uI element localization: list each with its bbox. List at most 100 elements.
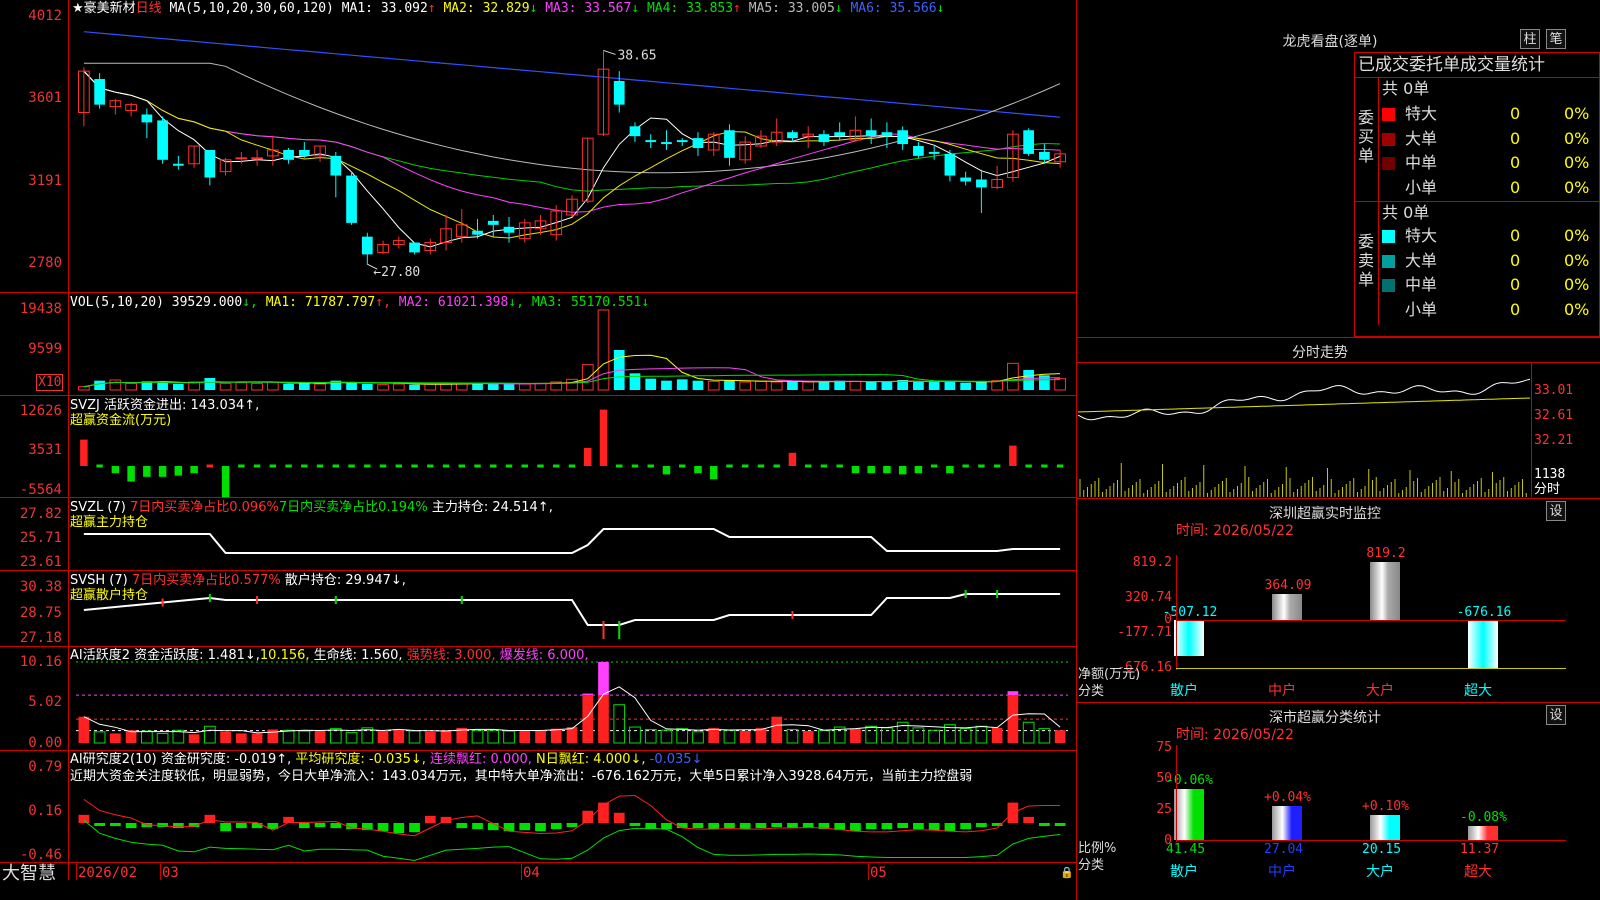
volume-bar <box>204 378 216 390</box>
order-count: 0 <box>1510 128 1521 148</box>
flow-bar <box>883 466 891 474</box>
tick-mode-button[interactable]: 笔 <box>1546 29 1566 49</box>
research-bar <box>1054 823 1066 826</box>
research-bar <box>661 823 672 830</box>
monitor-zero-line <box>1176 620 1566 621</box>
activity-bar <box>1054 730 1066 743</box>
high-label: 38.65 <box>617 48 656 63</box>
dragon-divider <box>1354 77 1600 78</box>
research-bar <box>298 823 310 829</box>
intraday-title: 分时走势 <box>1292 345 1348 361</box>
color-swatch-icon <box>1382 279 1395 292</box>
classify-y-axis <box>1176 745 1177 842</box>
main-chart[interactable]: 38.65 ←27.80 <box>0 0 1076 880</box>
order-pct: 0% <box>1564 275 1590 294</box>
intraday-axis-tick: 32.61 <box>1534 408 1574 423</box>
candle-body <box>881 132 893 137</box>
color-swatch-icon <box>1382 181 1395 195</box>
flow-bar <box>143 466 151 477</box>
activity-bar <box>424 731 436 743</box>
order-pct: 0% <box>1564 177 1590 197</box>
candle-body <box>629 126 641 137</box>
flow-bar <box>898 466 907 475</box>
activity-bar <box>251 733 263 743</box>
research-bar <box>1023 816 1034 823</box>
monitor-bar[interactable] <box>1370 562 1400 620</box>
classify-ylabel: 比例% <box>1078 841 1117 856</box>
intraday-axis-tick: 1138 <box>1534 467 1566 482</box>
research-bar <box>1039 823 1050 827</box>
research-bar <box>960 823 972 830</box>
activity-bar <box>298 730 311 744</box>
activity-bar <box>975 725 988 744</box>
candle-body <box>487 220 499 225</box>
research-bar <box>598 802 609 823</box>
activity-bar <box>78 716 90 743</box>
classify-category: 超大 <box>1464 864 1492 880</box>
activity-bar <box>487 729 500 744</box>
flow-bar <box>836 464 843 468</box>
low-label: ←27.80 <box>373 265 420 280</box>
buy-orders-label: 委买单 <box>1358 108 1375 165</box>
volume-bar <box>707 380 720 391</box>
research-bar <box>928 823 940 831</box>
volume-bar <box>78 386 90 391</box>
price-line <box>1077 378 1531 421</box>
research-bar <box>865 823 877 830</box>
order-row: 特大 0 0% <box>1382 105 1598 123</box>
order-type: 小单 <box>1405 177 1438 197</box>
flow-bar <box>253 464 261 468</box>
activity-bar <box>598 662 609 696</box>
research-bar <box>976 823 987 828</box>
order-count: 0 <box>1510 104 1521 123</box>
flow-bar <box>757 464 765 468</box>
activity-bar <box>282 729 295 744</box>
volume-bar <box>440 383 452 391</box>
monitor-bar[interactable] <box>1272 594 1302 620</box>
classify-xlabel: 分类 <box>1078 858 1105 873</box>
order-count: 0 <box>1510 275 1521 294</box>
flow-bar <box>80 439 88 466</box>
classify-bar[interactable] <box>1174 788 1204 840</box>
monitor-bar[interactable] <box>1174 620 1204 656</box>
research-bar <box>550 823 562 830</box>
volume-bar <box>424 383 437 391</box>
volume-bar <box>755 380 767 391</box>
flow-bar <box>238 464 245 468</box>
color-swatch-icon <box>1382 303 1395 317</box>
volume-bar <box>629 373 641 390</box>
flow-bar <box>820 464 828 468</box>
candle-body <box>94 79 105 105</box>
retail-holding-line <box>83 593 1061 626</box>
research-bar <box>330 823 342 829</box>
activity-bar <box>141 730 153 744</box>
classify-base-line <box>1176 840 1566 841</box>
flow-bar <box>804 464 812 468</box>
classify-bar[interactable] <box>1272 806 1302 840</box>
volume-bar <box>392 383 405 391</box>
monitor-settings-button[interactable]: 设 <box>1546 501 1566 521</box>
order-pct: 0% <box>1564 104 1590 123</box>
flow-bar <box>788 452 797 466</box>
classify-category: 大户 <box>1366 864 1394 880</box>
order-type: 大单 <box>1405 128 1438 148</box>
classify-settings-button[interactable]: 设 <box>1546 705 1566 725</box>
monitor-bar[interactable] <box>1468 620 1498 668</box>
research-bar <box>897 823 909 829</box>
volume-bar <box>1054 378 1066 391</box>
bar-mode-button[interactable]: 柱 <box>1520 29 1540 49</box>
volume-bar <box>581 364 594 391</box>
research-bar <box>519 823 531 831</box>
classify-axis-tick: 50 <box>1156 771 1172 786</box>
sell-total: 共 0单 <box>1382 203 1430 222</box>
activity-bar <box>739 731 751 743</box>
research-bar <box>377 823 389 832</box>
candle-body <box>472 230 483 235</box>
classify-bar[interactable] <box>1468 825 1498 840</box>
volume-bar <box>251 382 263 391</box>
classify-axis-tick: 0 <box>1164 833 1172 848</box>
monitor-y-axis <box>1176 555 1177 670</box>
volume-bar <box>1007 362 1019 391</box>
classify-bar[interactable] <box>1370 815 1400 840</box>
flow-bar <box>364 464 371 468</box>
